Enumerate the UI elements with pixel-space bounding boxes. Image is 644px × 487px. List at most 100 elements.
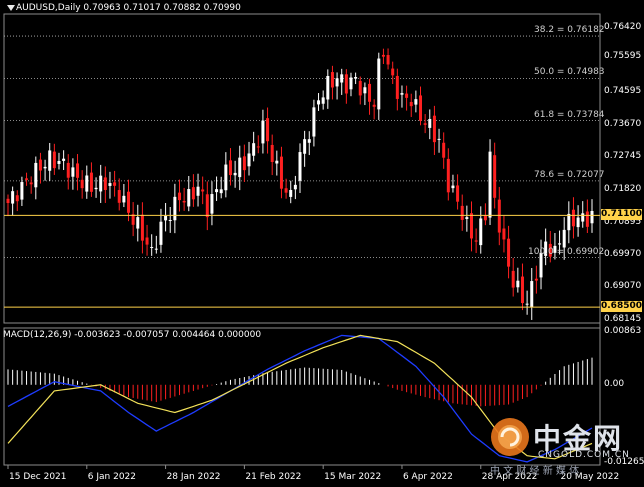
candle-body <box>516 280 520 288</box>
candle-body <box>419 95 423 121</box>
candle-body <box>57 160 61 164</box>
candle-body <box>558 243 562 245</box>
symbol-label: AUDUSD,Daily <box>16 3 81 13</box>
candle-body <box>493 155 497 198</box>
candle-body <box>590 210 594 224</box>
candle-body <box>437 138 441 140</box>
candle-body <box>303 139 307 154</box>
candle-body <box>525 303 529 305</box>
candle-body <box>284 188 288 193</box>
current-price-tag: 0.71100 <box>601 209 642 221</box>
candle-body <box>242 156 246 171</box>
candle-body <box>256 146 260 148</box>
candle-body <box>585 211 589 227</box>
candle-body <box>483 215 487 221</box>
candle-body <box>349 77 353 90</box>
date-tick-label: 15 Mar 2022 <box>324 472 382 482</box>
watermark-domain: CNGOLD.COM.CN <box>538 450 630 460</box>
candle-body <box>150 246 154 248</box>
candle-body <box>326 75 330 100</box>
candle-body <box>340 74 344 83</box>
date-tick-label: 28 Jan 2022 <box>166 472 221 482</box>
macd-header: MACD(12,26,9) -0.003623 -0.007057 0.0044… <box>3 330 262 340</box>
candle-body <box>136 217 140 229</box>
macd-tick-label: 0.00863 <box>604 325 642 336</box>
candle-body <box>103 177 107 190</box>
fib-level-label: 38.2 = 0.76182 <box>534 25 605 36</box>
candle-body <box>507 238 511 267</box>
candle-body <box>289 189 293 197</box>
candle-body <box>312 107 316 137</box>
candle-body <box>368 83 372 102</box>
candle-body <box>191 187 195 200</box>
candle-body <box>488 151 492 218</box>
candle-body <box>122 195 126 203</box>
candle-body <box>140 214 144 241</box>
candle-body <box>215 189 219 193</box>
price-tick-label: 0.76420 <box>604 21 642 32</box>
candle-body <box>85 175 89 192</box>
candle-body <box>428 118 432 128</box>
candle-body <box>127 191 131 213</box>
candle-body <box>210 194 214 214</box>
candle-body <box>94 187 98 190</box>
candle-body <box>177 192 181 201</box>
candle-body <box>395 75 399 99</box>
candle-body <box>20 182 24 200</box>
candle-body <box>279 156 283 189</box>
candle-body <box>391 68 395 76</box>
candle-body <box>80 179 84 189</box>
candle-body <box>479 218 483 246</box>
fib-level-label: 61.8 = 0.73784 <box>534 109 605 120</box>
candle-body <box>224 164 228 191</box>
support-price-tag: 0.68500 <box>601 301 642 313</box>
candle-body <box>363 87 367 94</box>
candle-body <box>233 172 237 176</box>
candle-body <box>29 182 33 185</box>
candle-body <box>113 182 117 186</box>
candle-body <box>465 217 469 219</box>
candle-body <box>219 189 223 194</box>
fib-level-label: 100.0 = 0.69902 <box>528 246 605 257</box>
candle-body <box>201 189 205 192</box>
candle-body <box>321 97 325 104</box>
candle-body <box>205 194 209 218</box>
price-tick-label: 0.68145 <box>604 313 642 324</box>
chart-header: AUDUSD,Daily 0.70963 0.71017 0.70882 0.7… <box>16 3 241 14</box>
candle-body <box>187 189 191 207</box>
candle-body <box>89 172 93 192</box>
candle-body <box>405 93 409 98</box>
candle-body <box>381 54 385 57</box>
candle-body <box>108 183 112 186</box>
candle-body <box>196 186 200 196</box>
candle-body <box>474 240 478 242</box>
candle-body <box>117 190 121 203</box>
macd-tick-label: 0.00 <box>604 378 625 389</box>
candle-body <box>432 115 436 143</box>
candle-body <box>164 215 168 221</box>
candle-body <box>15 195 19 202</box>
candle-body <box>446 158 450 193</box>
dropdown-arrow-icon[interactable] <box>7 5 15 11</box>
candle-body <box>38 159 42 171</box>
ohlc-values: 0.70963 0.71017 0.70882 0.70990 <box>83 3 241 13</box>
fib-level-label: 78.6 = 0.72077 <box>534 169 605 180</box>
candle-body <box>414 99 418 105</box>
candle-body <box>25 178 29 180</box>
candle-body <box>567 213 571 231</box>
candle-body <box>469 213 473 239</box>
price-tick-label: 0.73670 <box>604 118 642 129</box>
candle-body <box>497 199 501 233</box>
candle-body <box>386 55 390 65</box>
candle-body <box>270 144 274 162</box>
candle-body <box>34 162 38 188</box>
candle-body <box>261 120 265 144</box>
candle-body <box>571 209 575 227</box>
candle-body <box>6 198 10 204</box>
candle-body <box>247 153 251 167</box>
candle-body <box>442 142 446 158</box>
price-tick-label: 0.72745 <box>604 151 642 162</box>
candle-body <box>173 196 177 221</box>
candle-body <box>502 228 506 240</box>
candle-body <box>145 237 149 245</box>
